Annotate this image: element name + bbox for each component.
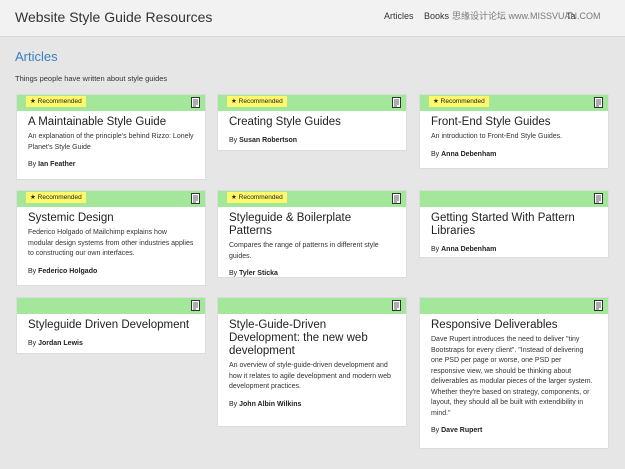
by-label: By [28,340,37,347]
card-header [17,298,205,314]
document-icon[interactable] [191,97,200,108]
by-label: By [229,400,238,408]
article-byline: By Anna Debenham [431,246,597,253]
article-description: An overview of style-guide-driven develo… [229,362,391,390]
article-description: An explanation of the principle's behind… [28,133,194,151]
article-byline: By Jordan Lewis [28,340,194,347]
document-icon[interactable] [392,193,401,204]
article-title[interactable]: A Maintainable Style Guide [28,116,194,129]
card-body: Responsive Deliverables Dave Rupert intr… [420,314,608,434]
article-card[interactable]: Style-Guide-Driven Development: the new … [217,297,407,427]
recommended-badge: ★ Recommended [26,96,86,107]
article-title[interactable]: Getting Started With Pattern Libraries [431,212,597,238]
site-title[interactable]: Website Style Guide Resources [15,9,212,25]
article-author: Jordan Lewis [38,340,83,347]
article-author: John Albin Wilkins [239,400,302,408]
article-author: Anna Debenham [441,150,497,158]
article-card[interactable]: Getting Started With Pattern Libraries B… [419,190,609,258]
article-card[interactable]: Styleguide Driven Development By Jordan … [16,297,206,354]
article-description: Compares the range of patterns in differ… [229,242,379,260]
recommended-badge: ★ Recommended [227,192,287,203]
document-icon[interactable] [392,97,401,108]
article-author: Dave Rupert [441,427,483,434]
document-icon[interactable] [594,193,603,204]
article-title[interactable]: Front-End Style Guides [431,116,597,129]
card-header: ★ Recommended [218,95,406,111]
article-title[interactable]: Systemic Design [28,212,194,225]
article-author: Federico Holgado [38,267,98,275]
by-label: By [229,137,238,144]
article-byline: By Tyler Sticka [229,270,395,277]
by-label: By [431,246,440,253]
article-byline: By John Albin Wilkins [229,401,395,408]
recommended-badge: ★ Recommended [429,96,489,107]
article-author: Susan Robertson [239,137,298,144]
by-label: By [431,427,440,434]
nav-link-articles[interactable]: Articles [384,11,414,21]
watermark: 思缘设计论坛 www.MISSVUAN.COM [452,11,601,21]
card-header: ★ Recommended [420,95,608,111]
by-label: By [28,161,37,168]
document-icon[interactable] [191,300,200,311]
card-body: Systemic Design Federico Holgado of Mail… [17,207,205,275]
article-card[interactable]: ★ Recommended Creating Style Guides By S… [217,94,407,151]
by-label: By [431,150,440,158]
article-card[interactable]: ★ Recommended A Maintainable Style Guide… [16,94,206,180]
card-header [420,191,608,207]
article-card[interactable]: ★ Recommended Styleguide & Boilerplate P… [217,190,407,278]
document-icon[interactable] [191,193,200,204]
article-description: Federico Holgado of Mailchimp explains h… [28,229,194,257]
article-description: An introduction to Front-End Style Guide… [431,133,563,140]
article-author: Ian Feather [38,161,76,168]
recommended-badge: ★ Recommended [26,192,86,203]
card-body: A Maintainable Style Guide An explanatio… [17,111,205,168]
article-byline: By Federico Holgado [28,268,194,275]
article-title[interactable]: Styleguide & Boilerplate Patterns [229,212,395,238]
document-icon[interactable] [594,300,603,311]
page-heading: Articles [15,49,58,64]
article-description: Dave Rupert introduces the need to deliv… [431,336,593,417]
by-label: By [28,267,37,275]
article-card[interactable]: ★ Recommended Systemic Design Federico H… [16,190,206,286]
recommended-badge: ★ Recommended [227,96,287,107]
card-body: Front-End Style Guides An introduction t… [420,111,608,158]
article-byline: By Ian Feather [28,161,194,168]
card-header: ★ Recommended [17,191,205,207]
card-header: ★ Recommended [218,191,406,207]
article-title[interactable]: Responsive Deliverables [431,319,597,332]
document-icon[interactable] [392,300,401,311]
article-card[interactable]: Responsive Deliverables Dave Rupert intr… [419,297,609,449]
by-label: By [229,270,238,277]
nav-link-books[interactable]: Books [424,11,449,21]
article-title[interactable]: Style-Guide-Driven Development: the new … [229,319,395,358]
page-subtitle: Things people have written about style g… [15,74,168,83]
article-title[interactable]: Creating Style Guides [229,116,395,129]
card-header: ★ Recommended [17,95,205,111]
top-navbar: Website Style Guide Resources Articles B… [0,0,625,37]
card-body: Getting Started With Pattern Libraries B… [420,207,608,253]
article-title[interactable]: Styleguide Driven Development [28,319,194,332]
article-byline: By Anna Debenham [431,151,597,158]
article-author: Tyler Sticka [239,270,278,277]
article-byline: By Susan Robertson [229,137,395,144]
article-byline: By Dave Rupert [431,427,597,434]
document-icon[interactable] [594,97,603,108]
card-body: Style-Guide-Driven Development: the new … [218,314,406,408]
card-header [218,298,406,314]
card-body: Styleguide & Boilerplate Patterns Compar… [218,207,406,277]
card-body: Creating Style Guides By Susan Robertson [218,111,406,144]
card-body: Styleguide Driven Development By Jordan … [17,314,205,347]
card-header [420,298,608,314]
article-card[interactable]: ★ Recommended Front-End Style Guides An … [419,94,609,169]
article-author: Anna Debenham [441,246,497,253]
